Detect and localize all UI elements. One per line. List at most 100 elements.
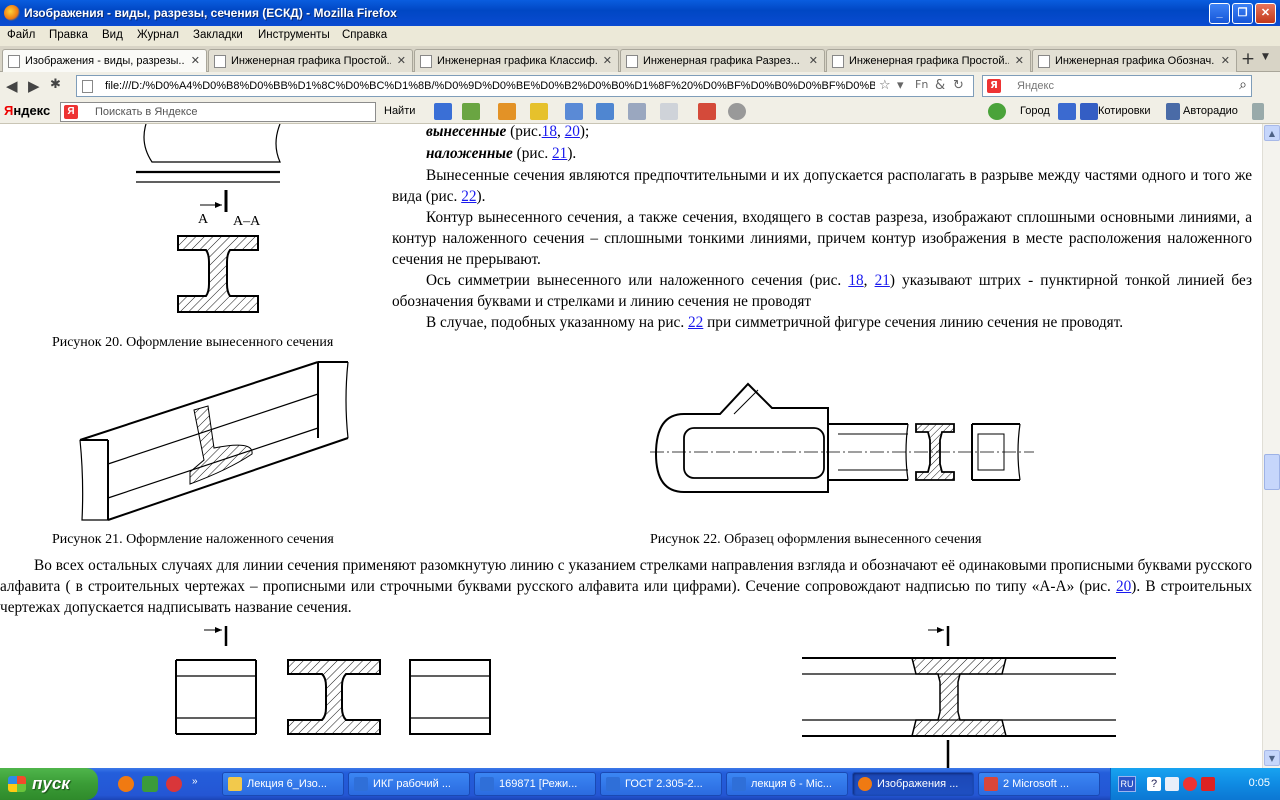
menu-view[interactable]: Вид (102, 29, 123, 41)
tab[interactable]: Инженерная графика Разрез... ✕ (620, 49, 825, 72)
menu-bookmarks[interactable]: Закладки (193, 29, 243, 41)
search-icon[interactable]: ⌕ (1239, 77, 1247, 93)
star-icon[interactable]: ☆ (879, 78, 891, 93)
taskbar-button-active[interactable]: Изображения ... (852, 772, 974, 796)
navigation-bar: ◀ ▶ ✱ file:///D:/%D0%A4%D0%B8%D0%BB%D1%8… (0, 72, 1280, 100)
yandex-logo[interactable]: Яндекс (4, 103, 50, 118)
close-tab-icon[interactable]: ✕ (809, 54, 818, 67)
close-tab-icon[interactable]: ✕ (603, 54, 612, 67)
taskbar-button[interactable]: 169871 [Режи... (474, 772, 596, 796)
menu-bar: Файл Правка Вид Журнал Закладки Инструме… (0, 26, 1280, 46)
scroll-down-icon[interactable]: ▼ (1264, 750, 1280, 766)
close-tab-icon[interactable]: ✕ (191, 54, 200, 67)
fig-link-21[interactable]: 21 (552, 145, 567, 162)
firefox-icon (4, 5, 20, 21)
forward-icon[interactable]: ▶ (28, 77, 40, 95)
disk-icon[interactable] (462, 103, 480, 120)
close-button[interactable]: ✕ (1255, 3, 1276, 24)
menu-history[interactable]: Журнал (137, 29, 179, 41)
new-tab-button[interactable]: + (1237, 49, 1259, 71)
taskbar-button[interactable]: ГОСТ 2.305-2... (600, 772, 722, 796)
text: Во всех остальных случаях для линии сече… (0, 557, 1252, 595)
section-label-a: А (198, 212, 209, 227)
reload-icon[interactable]: ↻ (953, 78, 964, 93)
tab[interactable]: Инженерная графика Классиф... ✕ (414, 49, 619, 72)
city-link[interactable]: Город (1020, 105, 1050, 117)
tab-list-icon[interactable]: ▼ (1262, 52, 1269, 62)
spellcheck-icon[interactable] (565, 103, 583, 120)
address-url[interactable]: file:///D:/%D0%A4%D0%B8%D0%BB%D1%8C%D0%B… (105, 80, 875, 92)
speaker-icon[interactable] (1166, 103, 1180, 120)
tab[interactable]: Инженерная графика Простой... ✕ (826, 49, 1031, 72)
gear-icon[interactable] (728, 103, 746, 120)
security-icon[interactable] (1201, 777, 1215, 791)
tab[interactable]: Инженерная графика Простой... ✕ (208, 49, 413, 72)
menu-tools[interactable]: Инструменты (258, 29, 330, 41)
figure-21-drawing (79, 361, 349, 521)
mail-icon[interactable] (434, 103, 452, 120)
quotes-link[interactable]: Котировки (1098, 105, 1151, 117)
firefox-quicklaunch-icon[interactable] (118, 776, 134, 792)
folder-icon (228, 777, 242, 791)
address-bar[interactable]: file:///D:/%D0%A4%D0%B8%D0%BB%D1%8C%D0%B… (76, 75, 974, 97)
news-icon[interactable] (1058, 103, 1076, 120)
taskbar-button[interactable]: ИКГ рабочий ... (348, 772, 470, 796)
radio-link[interactable]: Авторадио (1183, 105, 1238, 117)
section-title-aa: А–А (233, 214, 261, 229)
language-indicator[interactable]: RU (1118, 776, 1136, 792)
close-tab-icon[interactable]: ✕ (1221, 54, 1230, 67)
word-icon (354, 777, 368, 791)
translate-icon[interactable] (596, 103, 614, 120)
opera-quicklaunch-icon[interactable] (166, 776, 182, 792)
weather-icon[interactable] (988, 103, 1006, 120)
close-tab-icon[interactable]: ✕ (397, 54, 406, 67)
star-icon[interactable] (530, 103, 548, 120)
fig-link-18[interactable]: 18 (542, 124, 557, 140)
signal-icon (1252, 103, 1264, 120)
tab[interactable]: Инженерная графика Обознач... ✕ (1032, 49, 1237, 72)
taskbar-button[interactable]: Лекция 6_Изо... (222, 772, 344, 796)
fig-link-20[interactable]: 20 (1116, 578, 1131, 595)
dropdown-icon[interactable]: ▾ (897, 78, 904, 93)
vertical-scrollbar[interactable]: ▲ ▼ (1262, 124, 1280, 768)
maximize-button[interactable]: ❐ (1232, 3, 1253, 24)
antivirus-icon[interactable] (1183, 777, 1197, 791)
start-button[interactable]: пуск (0, 768, 98, 800)
close-tab-icon[interactable]: ✕ (1015, 54, 1024, 67)
fig-link-22[interactable]: 22 (461, 188, 476, 205)
fig-link-22[interactable]: 22 (688, 314, 703, 331)
bookmarks-icon[interactable] (498, 103, 516, 120)
network-icon[interactable] (1165, 777, 1179, 791)
chat-icon[interactable] (660, 103, 678, 120)
tab-label: Инженерная графика Классиф... (437, 55, 597, 67)
fig-link-18[interactable]: 18 (848, 272, 863, 289)
taskbar-button[interactable]: лекция 6 - Mic... (726, 772, 848, 796)
minimize-button[interactable]: _ (1209, 3, 1230, 24)
fig-link-20[interactable]: 20 (565, 124, 580, 140)
translate-icon[interactable]: Fn (915, 78, 928, 91)
menu-help[interactable]: Справка (342, 29, 387, 41)
text: ). (476, 188, 486, 205)
quicklaunch-expand-icon[interactable]: » (192, 776, 198, 787)
taskbar-button-group[interactable]: 2 Microsoft ... (978, 772, 1100, 796)
scroll-thumb[interactable] (1264, 454, 1280, 490)
tools-icon[interactable]: ✱ (50, 77, 61, 92)
help-icon[interactable]: ? (1147, 777, 1161, 791)
share-icon[interactable]: & (935, 78, 945, 93)
scroll-up-icon[interactable]: ▲ (1264, 125, 1280, 141)
tab-active[interactable]: Изображения - виды, разрезы... ✕ (2, 49, 207, 73)
messenger-quicklaunch-icon[interactable] (142, 776, 158, 792)
find-button[interactable]: Найти (384, 105, 415, 117)
fig-link-21[interactable]: 21 (875, 272, 890, 289)
yandex-search-input[interactable]: Я Поискать в Яндексе (60, 102, 376, 122)
menu-file[interactable]: Файл (7, 29, 35, 41)
text: (рис. (506, 124, 542, 140)
text: ). (567, 145, 577, 162)
quotes-icon[interactable] (1080, 103, 1098, 120)
title-bar: Изображения - виды, разрезы, сечения (ЕС… (0, 0, 1280, 26)
books-icon[interactable] (698, 103, 716, 120)
page-tools-icon[interactable] (628, 103, 646, 120)
menu-edit[interactable]: Правка (49, 29, 88, 41)
back-icon[interactable]: ◀ (6, 77, 18, 95)
search-box[interactable]: Я Яндекс ⌕ (982, 75, 1252, 97)
